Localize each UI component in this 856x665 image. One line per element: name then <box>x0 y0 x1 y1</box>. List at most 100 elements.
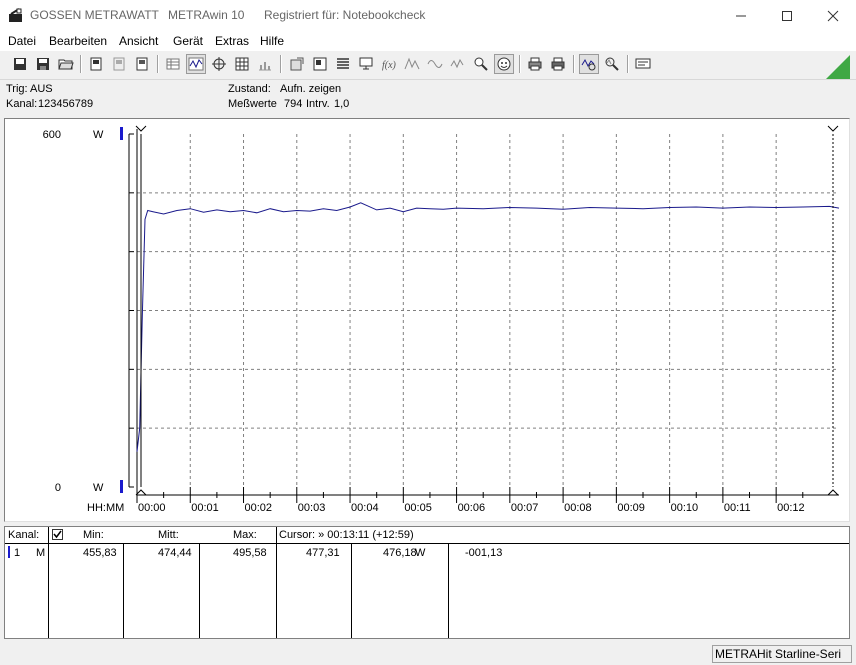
save-icon <box>37 58 49 70</box>
print-button[interactable] <box>525 54 545 74</box>
title-bar: GOSSEN METRAWATT METRAwin 10 Registriert… <box>0 0 856 31</box>
waveform-view-button[interactable] <box>186 54 206 74</box>
minimize-button[interactable] <box>718 0 764 31</box>
zustand-value: Aufn. zeigen <box>280 83 342 95</box>
function-button[interactable]: f(x) <box>379 54 399 74</box>
window-product: METRAwin 10 <box>168 8 245 22</box>
zoom-icon <box>605 57 619 71</box>
open-button[interactable] <box>56 54 76 74</box>
settings-table-button[interactable] <box>333 54 353 74</box>
row-cursor-value: 477,31 <box>306 547 340 559</box>
grid-table-icon <box>235 57 249 71</box>
search-filter-icon <box>474 57 488 71</box>
trig-value: AUS <box>30 83 53 95</box>
y-axis: 600 0 W W <box>43 127 134 494</box>
close-button[interactable] <box>810 0 856 31</box>
cursor-button[interactable] <box>209 54 229 74</box>
menu-hilfe[interactable]: Hilfe <box>260 34 284 48</box>
channel-color-marker <box>8 546 10 558</box>
smiley-icon <box>497 57 511 71</box>
row-mitt: 474,44 <box>158 547 192 559</box>
x-tick-label: 00:06 <box>458 502 486 514</box>
x-tick-label: 00:03 <box>298 502 326 514</box>
app-icon <box>9 8 22 22</box>
zoom-waveform-button[interactable] <box>579 54 599 74</box>
export-button[interactable] <box>287 54 307 74</box>
device-button-2[interactable] <box>109 54 129 74</box>
x-tick-label: 00:12 <box>777 502 805 514</box>
y-bottom-label: 0 <box>55 482 61 494</box>
print-preview-icon <box>313 57 327 71</box>
table-icon <box>166 58 180 70</box>
waveform-icon <box>188 57 204 71</box>
chart[interactable]: 600 0 W W HH:MM 00:00 00:01 00:02 00:03 00:04 00:… <box>5 119 849 521</box>
computer-button[interactable] <box>356 54 376 74</box>
end-cursor-top-handle[interactable] <box>827 125 839 132</box>
bar-chart-icon <box>259 62 271 71</box>
status-bar: METRAHit Starline-Seri <box>0 643 856 665</box>
menu-extras[interactable]: Extras <box>215 34 249 48</box>
measurement-table: Kanal: Min: Mitt: Max: Cursor: » 00:13:1… <box>4 526 850 639</box>
row-delta: -001,13 <box>465 547 503 559</box>
kanal-value: 123456789 <box>38 98 94 110</box>
menu-bar: Datei Bearbeiten Ansicht Gerät Extras Hi… <box>0 31 856 51</box>
maximize-button[interactable] <box>764 0 810 31</box>
print-alt-button[interactable] <box>548 54 568 74</box>
open-folder-icon <box>58 59 74 70</box>
series-line <box>136 202 840 452</box>
status-area: Trig: AUS Kanal: 123456789 Zustand: Aufn… <box>0 80 856 116</box>
window-registered: Registriert für: Notebookcheck <box>264 8 426 22</box>
sine-icon <box>427 60 443 68</box>
messwerte-value: 794 <box>284 98 303 110</box>
menu-datei[interactable]: Datei <box>8 34 36 48</box>
device-button-1[interactable] <box>86 54 106 74</box>
table-view-button[interactable] <box>163 54 183 74</box>
settings-table-icon <box>337 58 349 69</box>
grid-button[interactable] <box>232 54 252 74</box>
peak-button[interactable] <box>402 54 422 74</box>
end-cursor-bottom-handle[interactable] <box>827 489 839 496</box>
new-button[interactable] <box>10 54 30 74</box>
device-button-3[interactable] <box>132 54 152 74</box>
x-tick-label: 00:09 <box>617 502 645 514</box>
bar-chart-button[interactable] <box>255 54 275 74</box>
corner-triangle-icon <box>826 55 850 79</box>
maximize-icon <box>782 10 792 21</box>
zoom-button[interactable] <box>602 54 622 74</box>
x-tick-label: 00:05 <box>404 502 432 514</box>
table-row[interactable]: 1 M 455,83 474,44 495,58 477,31 476,18 W… <box>5 527 849 567</box>
x-tick-label: 00:01 <box>191 502 219 514</box>
device-disabled-icon <box>113 57 125 71</box>
save-button[interactable] <box>33 54 53 74</box>
row-mode: M <box>36 547 46 559</box>
y-unit-top: W <box>93 129 104 141</box>
series-layer <box>136 202 840 452</box>
printer-alt-icon <box>551 57 565 71</box>
sine-button[interactable] <box>425 54 445 74</box>
filter-button[interactable] <box>448 54 468 74</box>
messwerte-label: Meßwerte <box>228 98 277 110</box>
smiley-button[interactable] <box>494 54 514 74</box>
message-icon <box>635 58 651 69</box>
x-tick-label: 00:04 <box>351 502 379 514</box>
menu-ansicht[interactable]: Ansicht <box>119 34 158 48</box>
lookup-button[interactable] <box>471 54 491 74</box>
y-top-label: 600 <box>43 129 61 141</box>
menu-geraet[interactable]: Gerät <box>173 34 203 48</box>
device-icon <box>136 57 148 71</box>
x-tick-label: 00:00 <box>138 502 166 514</box>
trig-label: Trig: <box>6 83 28 95</box>
chart-panel[interactable]: 600 0 W W HH:MM 00:00 00:01 00:02 00:03 00:04 00:… <box>4 118 850 522</box>
device-icon <box>90 57 102 71</box>
print-preview-button[interactable] <box>310 54 330 74</box>
device-status: METRAHit Starline-Seri <box>712 645 852 663</box>
x-tick-label: 00:02 <box>245 502 273 514</box>
message-button[interactable] <box>633 54 653 74</box>
row-channel: 1 <box>14 547 21 559</box>
row-min: 455,83 <box>83 547 117 559</box>
window-company: GOSSEN METRAWATT <box>30 8 159 22</box>
y-top-marker[interactable] <box>120 127 123 140</box>
menu-bearbeiten[interactable]: Bearbeiten <box>49 34 107 48</box>
y-bottom-marker[interactable] <box>120 480 123 493</box>
x-tick-label: 00:07 <box>511 502 539 514</box>
